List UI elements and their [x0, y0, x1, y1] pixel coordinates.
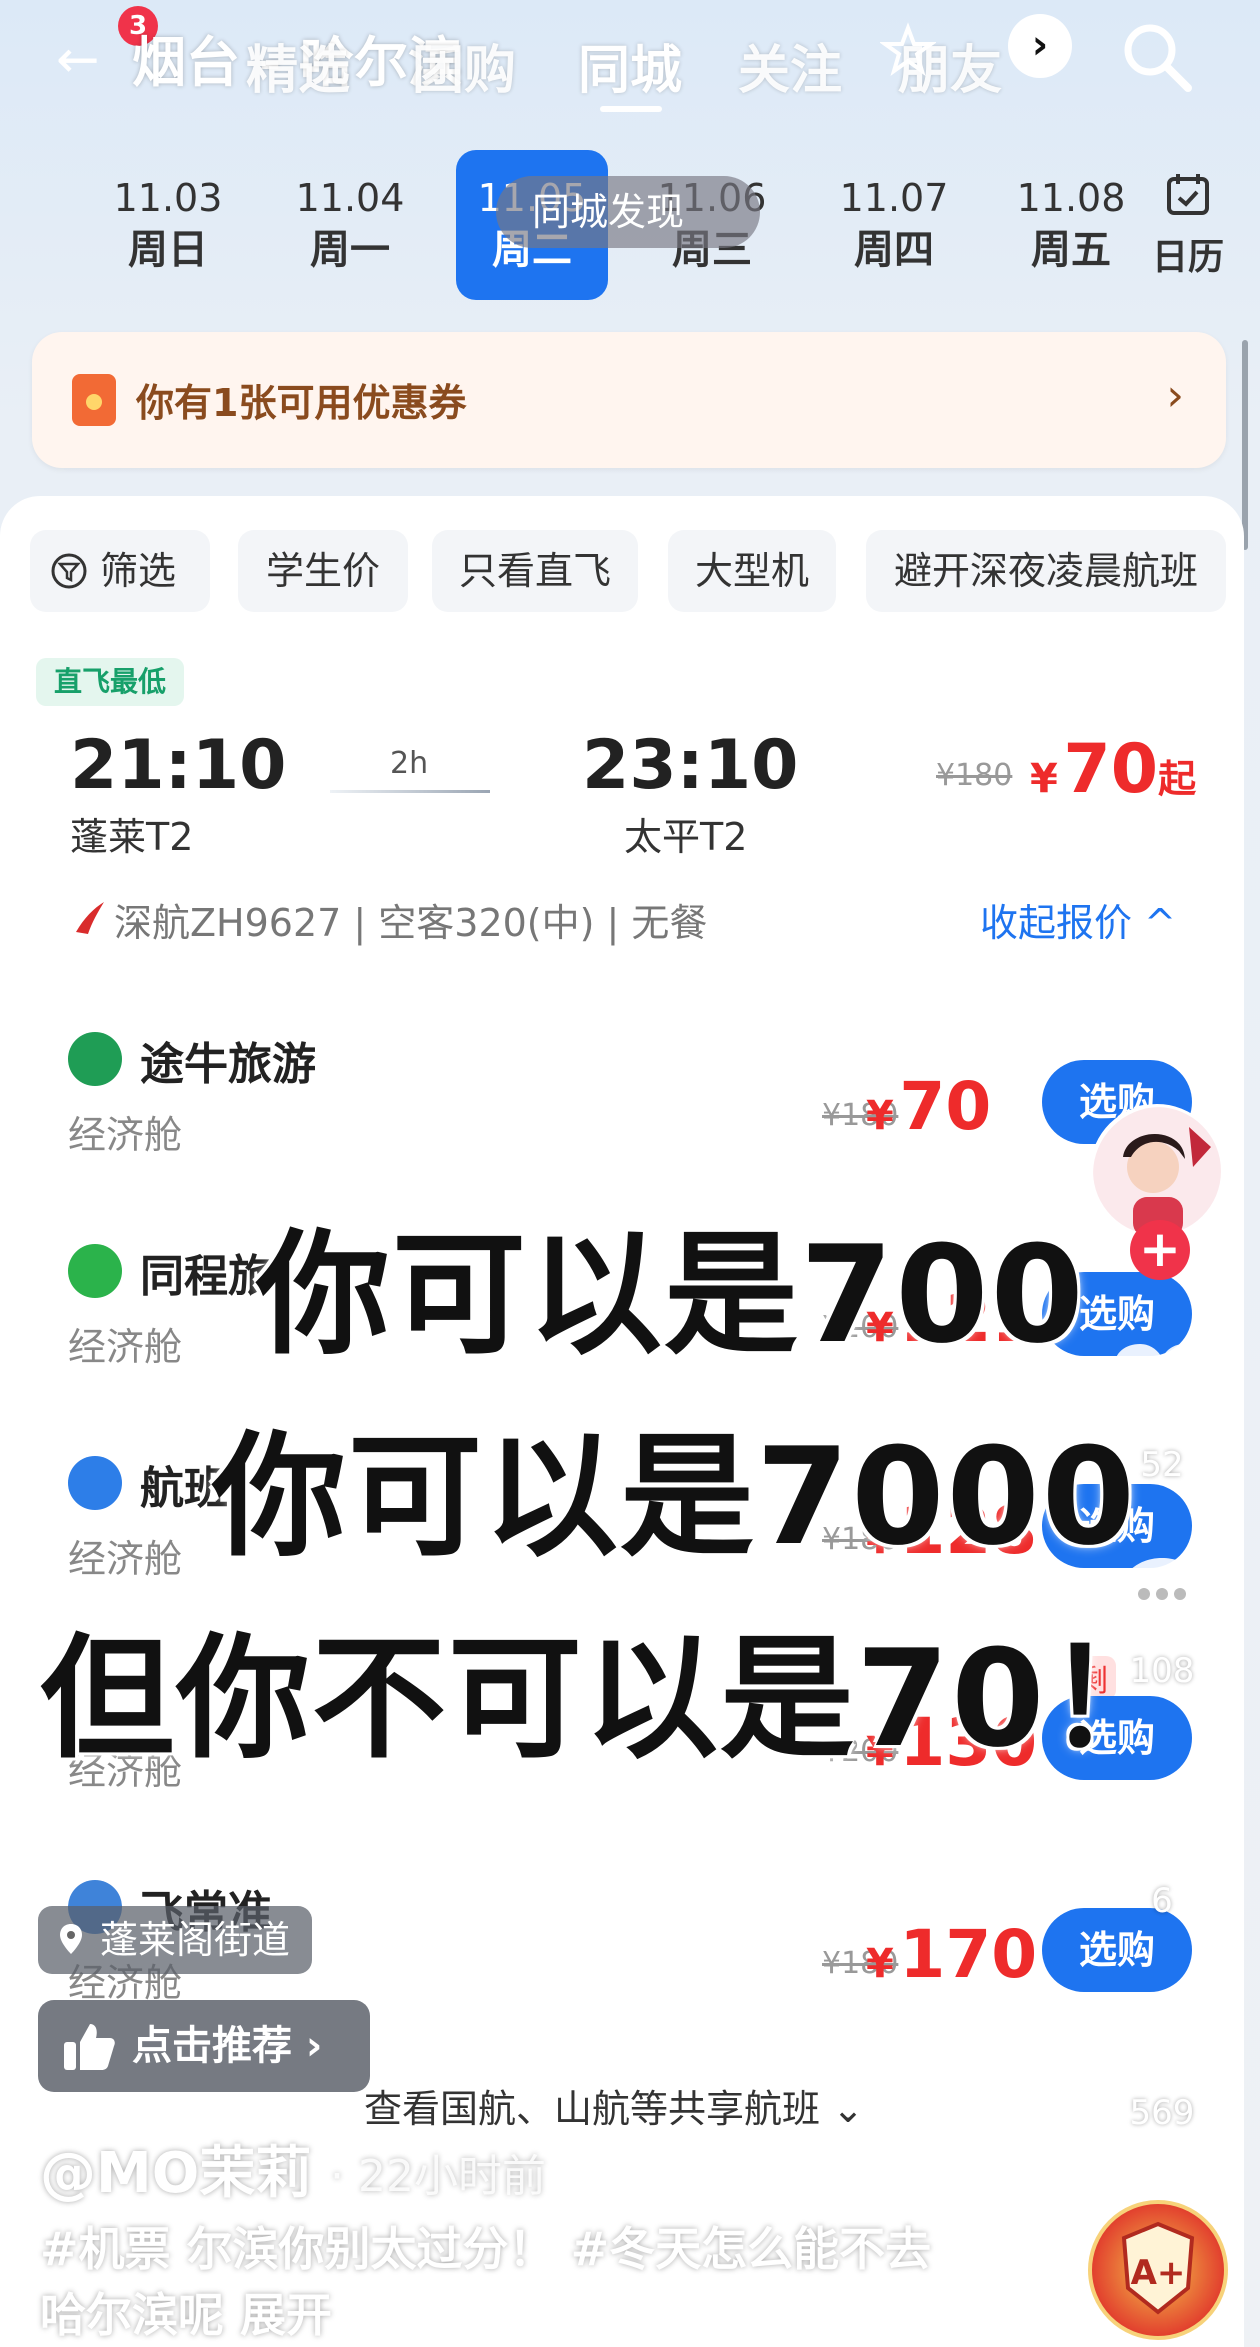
- svg-text:A+: A+: [1131, 2253, 1186, 2293]
- favorite-count: 6: [1151, 1881, 1173, 1921]
- original-price: ¥180: [936, 758, 1013, 793]
- location-pin-icon: [60, 1924, 82, 1954]
- follow-button[interactable]: +: [1130, 1220, 1190, 1280]
- active-tab-indicator: [600, 106, 662, 112]
- chevron-right-icon: ›: [1166, 370, 1184, 421]
- tab-featured[interactable]: 精选: [246, 28, 350, 103]
- tuniu-logo-icon: [68, 1032, 122, 1086]
- brand-badge-logo[interactable]: A+: [1088, 2200, 1228, 2340]
- overlay-caption-line: 但你不可以是70！: [40, 1621, 1183, 1777]
- recommend-button[interactable]: 点击推荐 ›: [38, 2000, 370, 2092]
- calendar-icon: [1167, 174, 1209, 215]
- scrollbar[interactable]: [1242, 340, 1248, 550]
- comment-icon: [1120, 1558, 1204, 1636]
- thumbs-up-icon: [64, 2024, 115, 2070]
- more-chevron-button[interactable]: ›: [1008, 14, 1072, 78]
- author-name[interactable]: @MO茉莉: [40, 2128, 311, 2209]
- overlay-caption-line: 你可以是700: [256, 1217, 1086, 1373]
- tab-local[interactable]: 同城: [578, 28, 682, 103]
- filter-student-price[interactable]: 学生价: [238, 530, 408, 612]
- post-time: · 22小时前: [330, 2151, 546, 2202]
- author-avatar[interactable]: [1090, 1104, 1224, 1238]
- star-favorite-icon: [1116, 1780, 1208, 1866]
- filter-icon: [51, 553, 87, 589]
- date-item[interactable]: 11.08 周五: [996, 174, 1146, 278]
- flight-duration: 2h: [390, 746, 429, 781]
- comment-button[interactable]: 108: [1100, 1552, 1224, 1691]
- star-icon[interactable]: [880, 22, 936, 78]
- like-count: 52: [1140, 1445, 1184, 1485]
- airline-logo-icon: [76, 902, 104, 934]
- collapse-quotes-link[interactable]: 收起报价 ^: [980, 892, 1176, 947]
- direct-lowest-tag: 直飞最低: [36, 658, 185, 706]
- cabin-class: 经济舱: [68, 1537, 183, 1581]
- coupon-banner[interactable]: 你有1张可用优惠券 ›: [32, 332, 1226, 468]
- depart-time: 21:10: [70, 726, 287, 805]
- shared-flights-link[interactable]: 查看国航、山航等共享航班 ⌄: [364, 2078, 864, 2133]
- like-button[interactable]: 52: [1100, 1340, 1224, 1485]
- lowest-price: ¥ 70起: [1030, 730, 1197, 809]
- top-bar: ← 3 烟台 - 哈尔滨 精选 团购 同城 关注 朋友 ›: [0, 0, 1260, 120]
- filter-avoid-night[interactable]: 避开深夜凌晨航班: [866, 530, 1226, 612]
- share-count: 569: [1129, 2093, 1195, 2133]
- cabin-class: 经济舱: [68, 1325, 183, 1369]
- hangban-logo-icon: [68, 1456, 122, 1510]
- back-arrow-icon[interactable]: ←: [56, 30, 116, 90]
- location-tag[interactable]: 蓬莱阁街道: [38, 1906, 313, 1974]
- vendor-price: ¥ 170: [866, 1916, 1038, 1993]
- date-item[interactable]: 11.07 周四: [814, 174, 974, 278]
- tab-group-buy[interactable]: 团购: [412, 28, 516, 103]
- date-item[interactable]: 11.04 周一: [270, 174, 430, 278]
- vendor-name: 途牛旅游: [140, 1039, 316, 1090]
- date-item[interactable]: 11.03 周日: [88, 174, 248, 278]
- favorite-button[interactable]: 6: [1100, 1776, 1224, 1921]
- overlay-caption-line: 你可以是7000: [212, 1419, 1137, 1575]
- local-discover-pill[interactable]: 同城发现: [496, 176, 760, 248]
- coupon-icon: [72, 374, 116, 426]
- search-icon[interactable]: [1116, 16, 1196, 96]
- comment-count: 108: [1129, 1651, 1195, 1691]
- heart-icon: [1114, 1344, 1210, 1430]
- tongcheng-logo-icon: [68, 1244, 122, 1298]
- airline-info: 深航ZH9627 | 空客320(中) | 无餐: [114, 901, 708, 945]
- share-button[interactable]: 569: [1100, 1992, 1224, 2133]
- vendor-price: ¥ 70: [866, 1068, 992, 1145]
- coupon-text: 你有1张可用优惠券: [136, 381, 467, 425]
- arrive-airport: 太平T2: [624, 815, 748, 859]
- filter-button[interactable]: 筛选: [30, 530, 210, 612]
- arrive-time: 23:10: [582, 726, 799, 805]
- duration-line: [330, 790, 490, 793]
- tab-following[interactable]: 关注: [738, 28, 842, 103]
- post-description[interactable]: #机票 尔滨你别太过分！ #冬天怎么能不去 哈尔滨呢 展开: [40, 2216, 940, 2347]
- filter-large-aircraft[interactable]: 大型机: [668, 530, 836, 612]
- vendor-name: 同程旅: [140, 1251, 272, 1302]
- depart-airport: 蓬莱T2: [70, 815, 194, 859]
- cabin-class: 经济舱: [68, 1113, 183, 1157]
- calendar-button[interactable]: 日历: [1138, 170, 1238, 280]
- share-arrow-icon: [1111, 1998, 1213, 2080]
- filter-direct-only[interactable]: 只看直飞: [432, 530, 638, 612]
